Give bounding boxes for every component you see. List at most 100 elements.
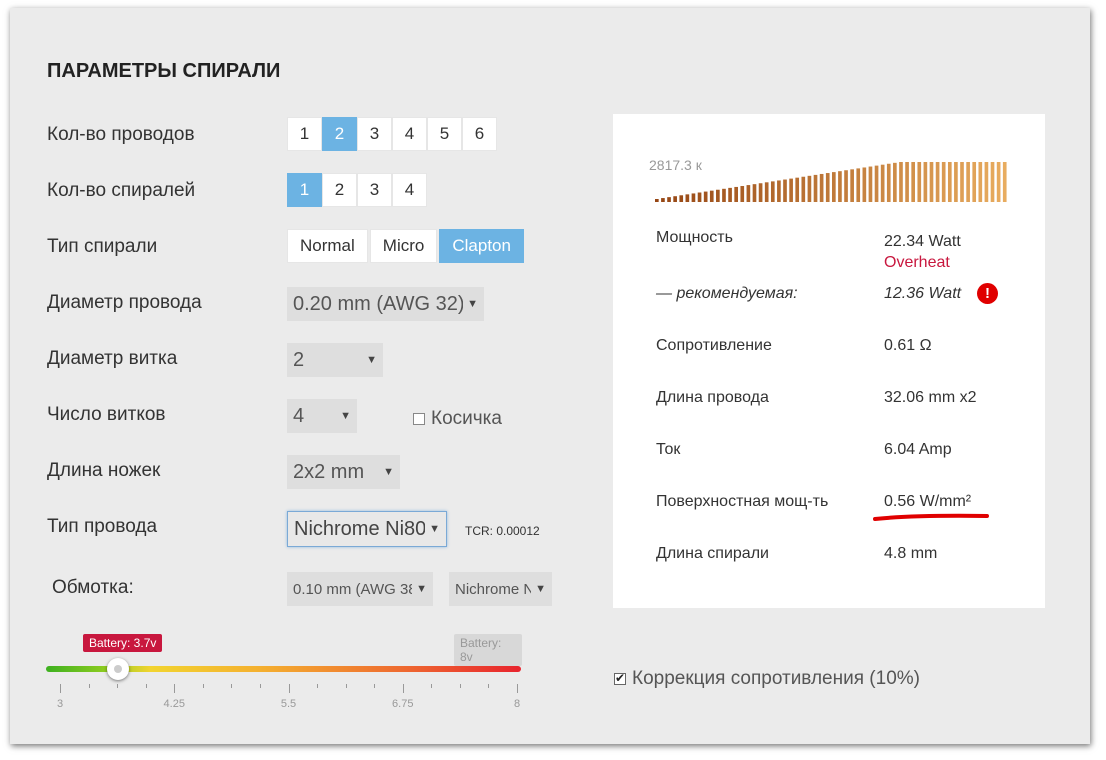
heat-bar — [734, 186, 738, 202]
slider-tick — [174, 684, 176, 693]
chevron-down-icon: ▼ — [467, 298, 478, 310]
coil-type-group: Normal Micro Clapton — [287, 229, 524, 263]
heat-bar — [752, 184, 757, 202]
heat-bar — [655, 199, 659, 202]
slider-tick-label: 8 — [513, 698, 521, 710]
wire-diameter-select[interactable]: 0.20 mm (AWG 32) ▼ — [287, 287, 484, 321]
coils-count-option[interactable]: 3 — [357, 173, 392, 207]
wire-type-select[interactable]: Nichrome Ni80 ▼ — [287, 511, 447, 547]
wires-count-group: 1 2 3 4 5 6 — [287, 117, 497, 151]
heat-bar — [667, 197, 671, 202]
heat-bar — [801, 176, 806, 202]
heat-bar — [813, 174, 818, 202]
coil-length-value: 4.8 mm — [884, 545, 938, 562]
heat-bar — [972, 162, 977, 202]
heat-bar — [825, 173, 830, 202]
slider-tick — [259, 684, 261, 688]
battery-current-badge: Battery: 3.7v — [83, 634, 163, 652]
heat-bar — [789, 178, 793, 202]
heat-bar — [746, 185, 751, 202]
wire-type-value: Nichrome Ni80 — [294, 517, 426, 540]
leg-length-label: Длина ножек — [47, 460, 161, 481]
wrap-material-select[interactable]: Nichrome Ni80 ▼ — [449, 572, 552, 606]
coils-count-option[interactable]: 1 — [287, 173, 322, 207]
heat-bar — [758, 183, 763, 202]
heat-bar — [722, 188, 726, 202]
coil-length-label: Длина спирали — [656, 545, 769, 562]
heat-bar — [984, 162, 989, 202]
wire-length-label: Длина провода — [656, 389, 769, 406]
coil-diameter-select[interactable]: 2 ▼ — [287, 343, 383, 377]
wires-count-option[interactable]: 3 — [357, 117, 392, 151]
coil-type-clapton[interactable]: Clapton — [439, 229, 524, 263]
wires-count-option[interactable]: 1 — [287, 117, 322, 151]
surface-power-label: Поверхностная мощ-ть — [656, 493, 829, 510]
heat-bar — [874, 165, 879, 202]
correction-checkbox[interactable]: Коррекция сопротивления (10%) — [614, 668, 920, 690]
heat-bar — [703, 191, 708, 202]
recommended-label: — рекомендуемая: — [656, 285, 798, 302]
heat-bar — [770, 181, 775, 202]
checkbox-checked-icon — [614, 671, 626, 685]
coils-count-option[interactable]: 2 — [322, 173, 357, 207]
chevron-down-icon: ▼ — [416, 583, 427, 595]
wires-count-option[interactable]: 4 — [392, 117, 427, 151]
coil-type-normal[interactable]: Normal — [287, 229, 368, 263]
power-status: Overheat — [884, 254, 950, 271]
heat-bar — [673, 196, 677, 202]
wires-count-option[interactable]: 2 — [322, 117, 357, 151]
power-label: Мощность — [656, 229, 733, 246]
heat-bar — [1002, 162, 1007, 202]
results-card: 2817.3 к Мощность 22.34 Watt Overheat — … — [613, 114, 1045, 608]
heat-bar — [893, 162, 897, 202]
heat-bar — [685, 194, 690, 202]
heat-bar — [954, 162, 958, 202]
leg-length-select[interactable]: 2x2 mm ▼ — [287, 455, 400, 489]
resistance-label: Сопротивление — [656, 337, 772, 354]
heat-bar — [691, 193, 696, 202]
slider-tick — [117, 684, 119, 688]
coils-count-option[interactable]: 4 — [392, 173, 427, 207]
page-title: ПАРАМЕТРЫ СПИРАЛИ — [47, 60, 281, 82]
heat-bar — [947, 162, 952, 202]
turns-label: Число витков — [47, 404, 166, 425]
heat-bar — [911, 162, 915, 202]
heat-bar — [929, 162, 934, 202]
heat-bar — [880, 164, 885, 202]
slider-handle[interactable] — [106, 658, 129, 680]
turns-select[interactable]: 4 ▼ — [287, 399, 357, 433]
chevron-down-icon: ▼ — [429, 523, 440, 535]
heat-bar — [716, 189, 720, 202]
coils-count-label: Кол-во спиралей — [47, 180, 196, 201]
heat-bar — [996, 162, 1001, 202]
braid-checkbox[interactable]: Косичка — [413, 408, 502, 430]
coil-diameter-value: 2 — [293, 348, 305, 371]
warning-icon: ! — [977, 283, 998, 304]
heat-bar — [862, 167, 867, 202]
heat-bar — [923, 162, 928, 202]
slider-tick — [345, 684, 347, 688]
slider-tick — [145, 684, 147, 688]
power-value: 22.34 Watt — [884, 233, 961, 250]
coil-type-micro[interactable]: Micro — [369, 229, 438, 263]
highlight-underline — [873, 513, 989, 521]
wires-count-option[interactable]: 5 — [427, 117, 462, 151]
battery-max-badge: Battery: 8v — [454, 634, 522, 666]
slider-tick — [402, 684, 404, 693]
heat-bar — [844, 170, 848, 202]
wrap-diameter-value: 0.10 mm (AWG 38) — [293, 580, 413, 598]
heat-bar — [868, 166, 873, 202]
slider-tick — [60, 684, 61, 693]
heat-bar — [978, 162, 983, 202]
braid-label: Косичка — [431, 408, 502, 429]
heat-bar — [661, 198, 665, 202]
slider-tick-label: 4.25 — [163, 698, 185, 710]
heat-bars-chart — [655, 162, 1007, 202]
tcr-value: TCR: 0.00012 — [465, 524, 540, 538]
turns-value: 4 — [293, 404, 305, 427]
heat-bar — [990, 162, 995, 202]
slider-tick-label: 3 — [56, 698, 64, 710]
heat-bar — [795, 177, 800, 202]
wrap-diameter-select[interactable]: 0.10 mm (AWG 38) ▼ — [287, 572, 433, 606]
wires-count-option[interactable]: 6 — [462, 117, 497, 151]
